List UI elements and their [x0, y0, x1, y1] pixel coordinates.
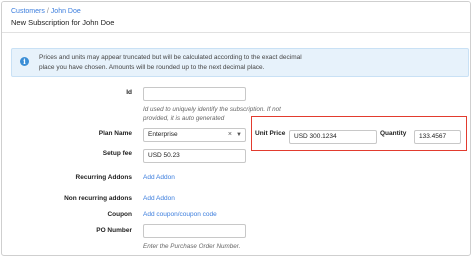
po-number-hint: Enter the Purchase Order Number.: [143, 243, 241, 250]
add-coupon-link[interactable]: Add coupon/coupon code: [143, 211, 217, 218]
plan-name-select[interactable]: Enterprise × ▼: [143, 128, 246, 142]
page-header: Customers / John Doe New Subscription for …: [2, 2, 470, 33]
quantity-input[interactable]: 133.4567: [414, 130, 461, 144]
subscription-panel: Customers / John Doe New Subscription for …: [1, 1, 471, 256]
breadcrumb-customers-link[interactable]: Customers: [11, 8, 45, 15]
setup-fee-input[interactable]: USD 50.23: [143, 149, 246, 163]
info-alert: i Prices and units may appear truncated …: [11, 48, 469, 77]
id-label: Id: [126, 89, 132, 96]
non-recurring-addons-label: Non recurring addons: [64, 195, 132, 202]
info-icon: i: [20, 57, 29, 66]
id-input[interactable]: [143, 87, 246, 101]
breadcrumb-customer-link[interactable]: John Doe: [51, 8, 81, 15]
plan-name-value: Enterprise: [148, 131, 178, 138]
page-title: New Subscription for John Doe: [11, 18, 115, 27]
chevron-down-icon[interactable]: ▼: [236, 129, 242, 141]
coupon-label: Coupon: [107, 211, 132, 218]
plan-name-label: Plan Name: [98, 130, 132, 137]
breadcrumb-separator: /: [46, 8, 49, 15]
add-non-recurring-addon-link[interactable]: Add Addon: [143, 195, 175, 202]
add-recurring-addon-link[interactable]: Add Addon: [143, 174, 175, 181]
alert-message: Prices and units may appear truncated bu…: [39, 54, 302, 71]
quantity-label: Quantity: [380, 130, 407, 137]
unit-price-input[interactable]: USD 300.1234: [289, 130, 377, 144]
po-number-label: PO Number: [96, 227, 132, 234]
po-number-input[interactable]: [143, 224, 246, 238]
recurring-addons-label: Recurring Addons: [75, 174, 132, 181]
unit-price-label: Unit Price: [255, 130, 286, 137]
setup-fee-label: Setup fee: [102, 150, 132, 157]
breadcrumb: Customers / John Doe: [11, 8, 81, 15]
clear-icon[interactable]: ×: [228, 129, 232, 141]
